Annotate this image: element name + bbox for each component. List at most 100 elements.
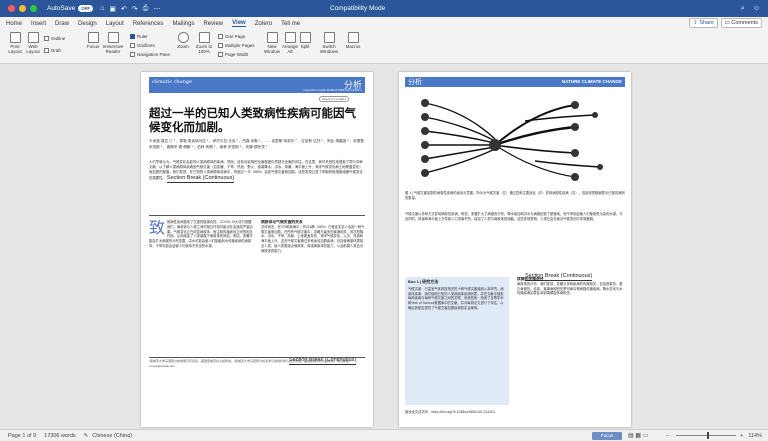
journal-logo: climatic change (152, 79, 193, 85)
save-icon[interactable]: ▣ (109, 5, 116, 13)
page-width-label: Page Width (225, 52, 249, 57)
ribbon-tabs: Home Insert Draw Design Layout Reference… (0, 17, 768, 30)
page-header: 分析 NATURE CLIMATE CHANGE (405, 77, 625, 87)
pathway-figure[interactable] (405, 91, 625, 189)
word-count[interactable]: 17306 words (44, 433, 76, 439)
tab-mailings[interactable]: Mailings (172, 21, 194, 27)
zoom-label: Zoom (177, 44, 189, 49)
draft-button[interactable]: Draft (44, 48, 61, 53)
multiple-pages-label: Multiple Pages (225, 43, 255, 48)
more-icon[interactable]: ⋯ (153, 5, 160, 13)
language[interactable]: Chinese (China) (92, 433, 132, 439)
macros-button[interactable]: Macros (344, 32, 362, 49)
column-right: 病原体与气候灾害的关系 总体而言，在375种疾病中，有218种（58%）已被证实… (261, 220, 365, 344)
split-label: Split (300, 44, 310, 49)
web-layout-view-icon[interactable]: ▦ (635, 433, 641, 439)
tab-design[interactable]: Design (78, 21, 97, 27)
zoom-percentage[interactable]: 114% (748, 430, 762, 441)
switch-windows-button[interactable]: Switch Windows (316, 32, 342, 54)
autosave-label: AutoSave (47, 5, 76, 12)
split-icon (299, 32, 311, 43)
account-icon[interactable]: ☺ (753, 5, 760, 12)
page-width-button[interactable]: Page Width (218, 52, 248, 57)
focus-button[interactable]: Focus (86, 32, 100, 49)
page-2[interactable]: 分析 NATURE CLIMATE CHANGE 图 1 | 气候灾害加剧的病原… (399, 72, 631, 427)
print-layout-button[interactable]: Print Layout (6, 32, 24, 54)
zoom-100-label: Zoom to 100% (195, 44, 213, 54)
zoom-100-button[interactable]: Zoom to 100% (194, 32, 214, 54)
doi-link[interactable]: https://doi.org/10.1038/s41558-022-01426… (303, 88, 362, 92)
outline-button[interactable]: Outline (44, 36, 65, 41)
tab-layout[interactable]: Layout (106, 21, 124, 27)
section-break-marker: Section Break (Continuous) (166, 175, 235, 183)
zoom-out-icon[interactable]: − (666, 430, 669, 441)
page-1[interactable]: climatic change 分析 https://doi.org/10.10… (141, 72, 373, 427)
search-icon[interactable]: ⌕ (741, 5, 745, 13)
arrange-all-label: Arrange All (281, 44, 298, 54)
tab-review[interactable]: Review (203, 21, 223, 27)
zoom-slider-thumb[interactable] (707, 432, 710, 439)
body-text: 气候灾害以多种方式影响病原性疾病。例如，变暖扩大了病媒的分布，降水增加和洪水为病… (405, 212, 623, 221)
one-page-icon (218, 34, 223, 39)
undo-icon[interactable]: ↶ (121, 5, 127, 13)
word-window: AutoSave OFF ⌂ ▣ ↶ ↷ ⎙ ⋯ Compatibility M… (0, 0, 768, 441)
check-updates-badge[interactable]: Check for updates (319, 96, 350, 102)
body-text-block: 气候灾害以多种方式影响病原性疾病。例如，变暖扩大了病媒的分布，降水增加和洪水为病… (405, 212, 625, 264)
redo-icon[interactable]: ↷ (132, 5, 138, 13)
split-button[interactable]: Split (298, 32, 312, 49)
tab-draw[interactable]: Draw (55, 21, 69, 27)
focus-label: Focus (86, 44, 100, 49)
immersive-reader-label: Immersive Reader (102, 44, 124, 54)
new-window-label: New Window (263, 44, 280, 54)
arrange-all-button[interactable]: Arrange All (280, 32, 300, 54)
navigation-pane-checkbox[interactable]: Navigation Pane (130, 52, 170, 57)
page-count[interactable]: Page 1 of 9 (8, 433, 36, 439)
focus-icon (87, 32, 99, 43)
tab-insert[interactable]: Insert (31, 21, 46, 27)
home-icon[interactable]: ⌂ (100, 5, 104, 13)
read-mode-icon[interactable]: ▭ (643, 433, 649, 439)
ruler-label: Ruler (137, 34, 148, 39)
one-page-button[interactable]: One Page (218, 34, 245, 39)
tab-references[interactable]: References (133, 21, 164, 27)
zoom-slider[interactable] (676, 435, 736, 436)
gridlines-checkbox[interactable]: Gridlines (130, 43, 155, 48)
share-label: Share (699, 20, 714, 26)
tab-view[interactable]: View (232, 20, 246, 27)
zoom-in-icon[interactable]: + (740, 430, 743, 441)
tab-zotero[interactable]: Zotero (255, 21, 272, 27)
gridlines-label: Gridlines (137, 43, 155, 48)
ruler-check-icon (130, 34, 135, 39)
bottom-note: 阅读全文请访问：https://doi.org/10.1038/s41558-0… (405, 410, 496, 414)
proofing-icon[interactable]: ✎ (84, 433, 89, 439)
new-window-icon (266, 32, 278, 43)
zoom-button[interactable]: Zoom (176, 32, 190, 49)
autosave-control[interactable]: AutoSave OFF (47, 5, 94, 12)
multiple-pages-button[interactable]: Multiple Pages (218, 43, 255, 48)
web-layout-button[interactable]: Web Layout (24, 32, 42, 54)
section-label-2: 分析 (408, 78, 422, 86)
immersive-reader-button[interactable]: Immersive Reader (102, 32, 124, 54)
minimize-window-button[interactable] (19, 5, 26, 12)
draft-label: Draft (51, 48, 61, 53)
outline-icon (44, 36, 49, 41)
journal-name: NATURE CLIMATE CHANGE (561, 79, 622, 84)
tell-me-search[interactable]: Tell me (281, 21, 300, 27)
quick-access-toolbar: ⌂ ▣ ↶ ↷ ⎙ ⋯ (100, 5, 160, 13)
status-bar: Page 1 of 9 17306 words ✎ Chinese (China… (0, 429, 768, 441)
new-window-button[interactable]: New Window (262, 32, 282, 54)
tab-home[interactable]: Home (6, 21, 22, 27)
autosave-toggle[interactable]: OFF (78, 5, 94, 12)
print-icon[interactable]: ⎙ (143, 5, 149, 13)
document-area[interactable]: climatic change 分析 https://doi.org/10.10… (0, 64, 768, 429)
zoom-window-button[interactable] (30, 5, 37, 12)
outline-label: Outline (51, 36, 66, 41)
focus-mode-button[interactable]: Focus (592, 432, 622, 440)
comments-button[interactable]: ▭ Comments (720, 18, 762, 28)
title-bar: AutoSave OFF ⌂ ▣ ↶ ↷ ⎙ ⋯ Compatibility M… (0, 0, 768, 17)
close-window-button[interactable] (8, 5, 15, 12)
print-layout-view-icon[interactable]: ▤ (628, 433, 634, 439)
zoom-icon (177, 32, 189, 43)
share-button[interactable]: ⇪ Share (689, 18, 718, 28)
ruler-checkbox[interactable]: Ruler (130, 34, 148, 39)
